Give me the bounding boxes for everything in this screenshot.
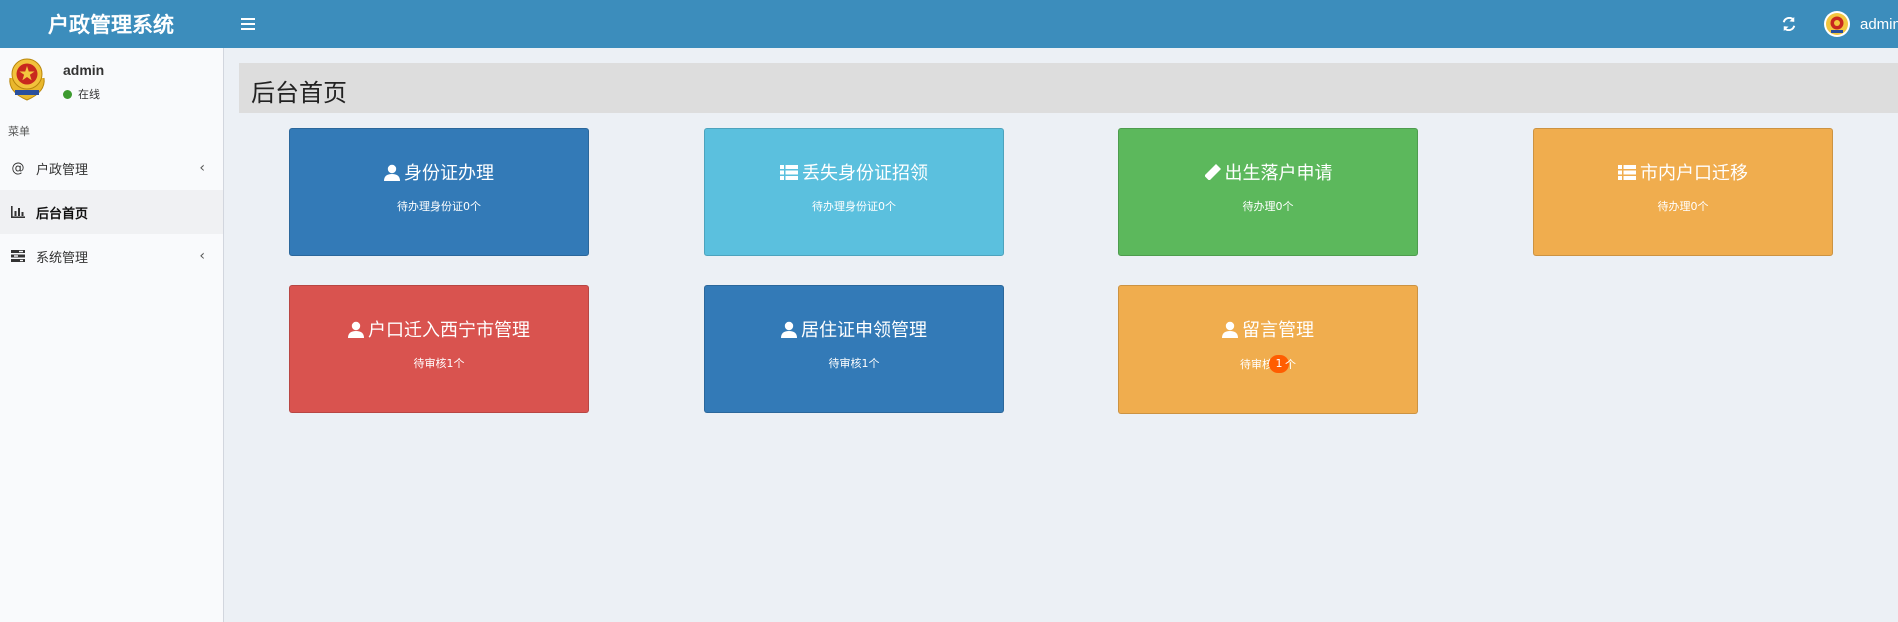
sidebar-item-label: 系统管理	[36, 250, 89, 266]
sidebar-item-dashboard[interactable]: 后台首页	[0, 190, 223, 234]
card-title: 留言管理	[1242, 320, 1314, 341]
user-icon	[384, 164, 400, 181]
sidebar-item-household[interactable]: @ 户政管理 ‹	[0, 146, 223, 190]
pencil-icon	[1204, 163, 1221, 181]
user-menu[interactable]: admin	[1824, 8, 1898, 40]
subtitle-suffix: 个	[1285, 358, 1296, 371]
card-subtitle: 待办理身份证0个	[812, 200, 896, 213]
avatar	[1824, 11, 1850, 37]
sidebar-item-label: 后台首页	[36, 206, 89, 222]
police-emblem-icon	[1826, 13, 1848, 35]
card-residence-permit[interactable]: 居住证申领管理 待审核1个	[704, 285, 1004, 413]
card-subtitle: 待办理身份证0个	[397, 200, 481, 213]
card-subtitle: 待办理0个	[1657, 200, 1709, 213]
card-title: 市内户口迁移	[1640, 163, 1748, 184]
card-id-card-processing[interactable]: 身份证办理 待办理身份证0个	[289, 128, 589, 256]
card-intracity-migration[interactable]: 市内户口迁移 待办理0个	[1533, 128, 1833, 256]
app-logo[interactable]: 户政管理系统	[0, 0, 222, 48]
refresh-button[interactable]	[1776, 12, 1802, 36]
card-title: 身份证办理	[404, 163, 494, 184]
sidebar-item-system[interactable]: 系统管理 ‹	[0, 234, 223, 278]
card-lost-id-claim[interactable]: 丢失身份证招领 待办理身份证0个	[704, 128, 1004, 256]
list-icon	[1618, 164, 1636, 180]
card-xining-migration[interactable]: 户口迁入西宁市管理 待审核1个	[289, 285, 589, 413]
card-title: 出生落户申请	[1224, 163, 1333, 184]
list-icon	[780, 164, 798, 180]
user-icon	[348, 321, 364, 338]
hamburger-icon	[241, 18, 255, 30]
user-icon	[1222, 321, 1238, 338]
refresh-icon	[1782, 17, 1796, 31]
chevron-left-icon: ‹	[199, 160, 205, 176]
online-dot-icon	[63, 89, 72, 99]
sidebar-menu: @ 户政管理 ‹ 后台首页 系统管理 ‹	[0, 146, 223, 278]
card-subtitle: 待审核1个	[413, 357, 465, 370]
card-subtitle: 待办理0个	[1242, 200, 1294, 213]
card-subtitle: 待审核1个	[828, 357, 880, 370]
card-birth-registration[interactable]: 出生落户申请 待办理0个	[1118, 128, 1418, 256]
user-icon	[781, 321, 797, 338]
sidebar: admin 在线 菜单 @ 户政管理 ‹ 后台首页 系统管理 ‹	[0, 48, 224, 622]
user-panel: admin 在线	[0, 48, 224, 114]
menu-header: 菜单	[8, 125, 30, 138]
online-status: 在线	[63, 86, 100, 102]
user-name: admin	[1860, 15, 1898, 33]
chevron-left-icon: ‹	[199, 248, 205, 264]
at-icon: @	[11, 160, 25, 176]
police-emblem-icon	[9, 58, 45, 101]
top-navbar: 户政管理系统 admin	[0, 0, 1898, 48]
card-title: 居住证申领管理	[801, 320, 927, 341]
sidebar-item-label: 户政管理	[36, 162, 89, 178]
card-title: 户口迁入西宁市管理	[368, 320, 530, 341]
content-header: 后台首页	[239, 63, 1898, 113]
card-title: 丢失身份证招领	[802, 163, 928, 184]
page-title: 后台首页	[251, 79, 347, 107]
bar-chart-icon	[10, 206, 26, 218]
tasks-icon	[10, 250, 26, 262]
status-label: 在线	[78, 88, 100, 101]
card-subtitle: 待审核 1 个	[1119, 355, 1417, 373]
avatar	[6, 56, 48, 102]
sidebar-toggle-button[interactable]	[236, 12, 260, 36]
card-message-management[interactable]: 留言管理 待审核 1 个	[1118, 285, 1418, 414]
sidebar-user-name: admin	[63, 62, 105, 78]
